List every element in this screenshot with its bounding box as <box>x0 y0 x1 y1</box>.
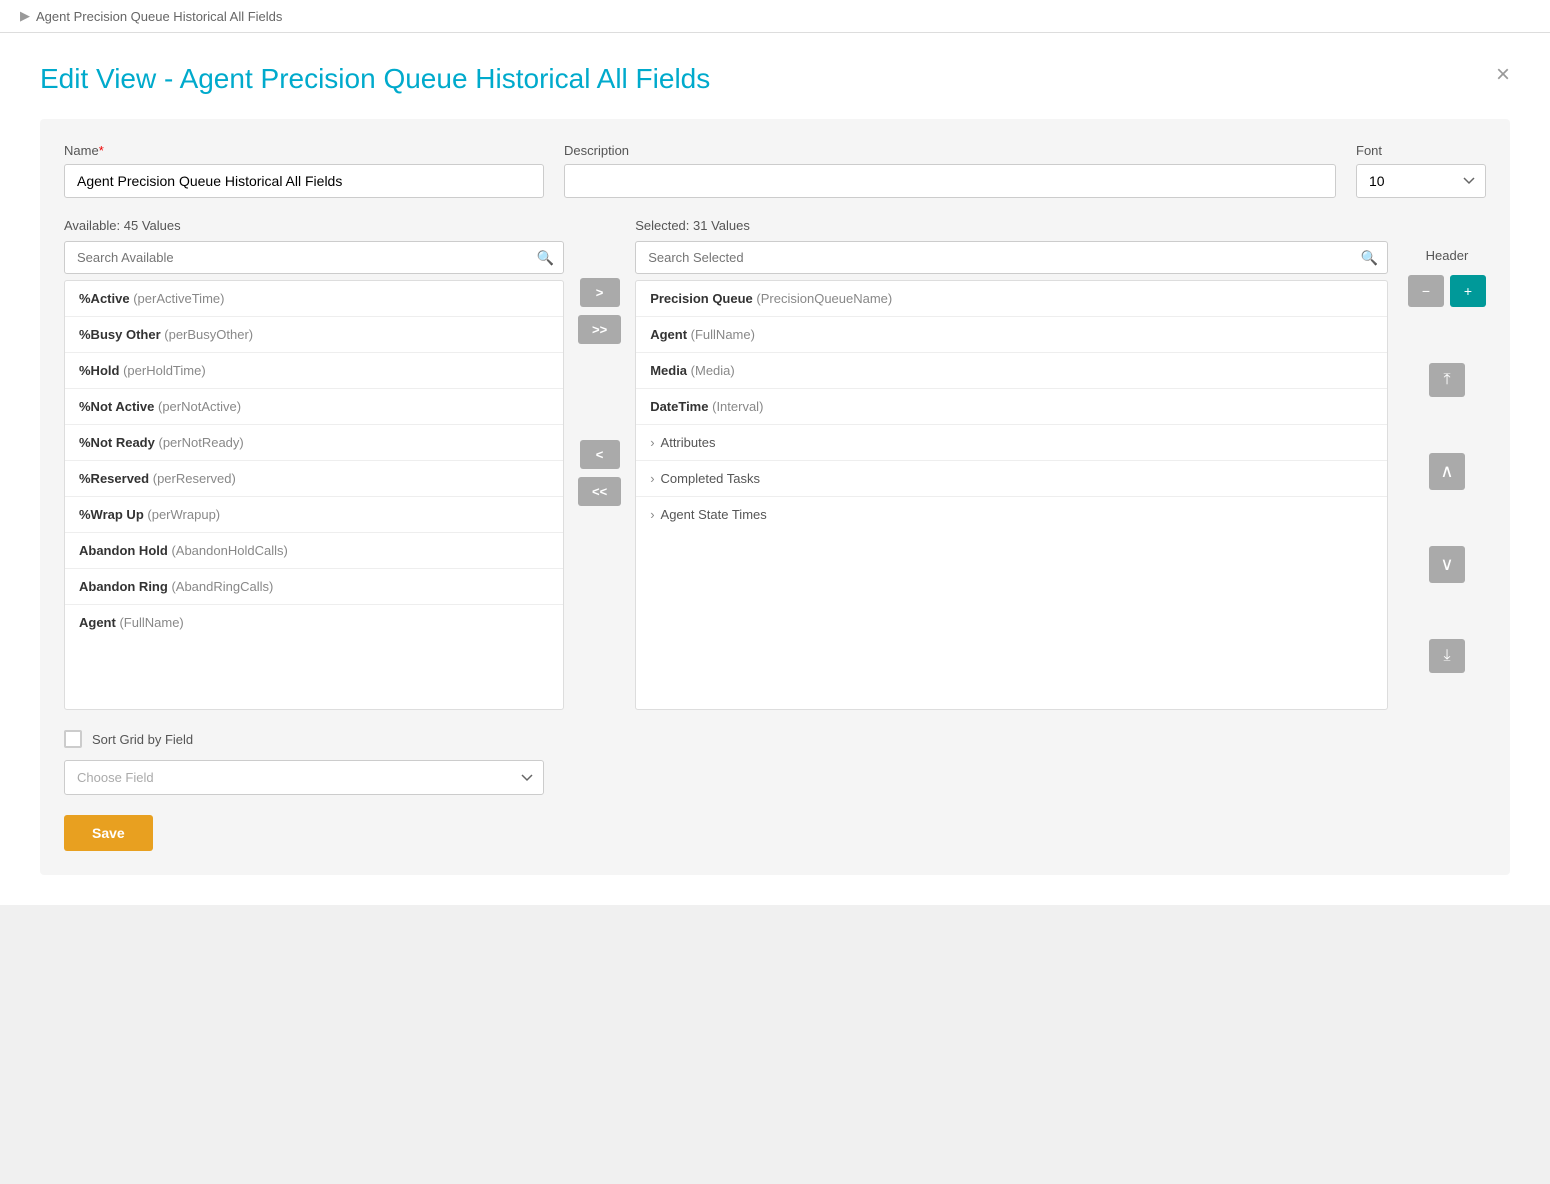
right-controls: Header − + ⤒ ∧ ∨ ⤓ <box>1398 248 1486 673</box>
sort-checkbox[interactable] <box>64 730 82 748</box>
font-label: Font <box>1356 143 1486 158</box>
save-button[interactable]: Save <box>64 815 153 851</box>
selected-group-item[interactable]: ›Attributes <box>636 425 1387 461</box>
selected-list-item[interactable]: Precision Queue (PrecisionQueueName) <box>636 281 1387 317</box>
choose-field-select[interactable]: Choose Field <box>64 760 544 795</box>
available-list-item[interactable]: Abandon Ring (AbandRingCalls) <box>65 569 563 605</box>
selected-search-input[interactable] <box>635 241 1388 274</box>
selected-panel: Selected: 31 Values 🔍 Precision Queue (P… <box>635 218 1388 710</box>
selected-list-item[interactable]: Media (Media) <box>636 353 1387 389</box>
breadcrumb-text: Agent Precision Queue Historical All Fie… <box>36 9 282 24</box>
name-label: Name* <box>64 143 544 158</box>
available-list-item[interactable]: %Hold (perHoldTime) <box>65 353 563 389</box>
available-list-box: %Active (perActiveTime)%Busy Other (perB… <box>64 280 564 710</box>
add-one-button[interactable]: > <box>580 278 620 307</box>
selected-header: Selected: 31 Values <box>635 218 1388 233</box>
selected-group-item[interactable]: ›Agent State Times <box>636 497 1387 532</box>
title-dynamic: Agent Precision Queue Historical All Fie… <box>180 63 711 94</box>
breadcrumb-arrow: ▶ <box>20 8 30 24</box>
transfer-buttons: > >> < << <box>564 278 635 506</box>
selected-list-item[interactable]: Agent (FullName) <box>636 317 1387 353</box>
name-input[interactable] <box>64 164 544 198</box>
selected-group-item[interactable]: ›Completed Tasks <box>636 461 1387 497</box>
available-list-item[interactable]: %Active (perActiveTime) <box>65 281 563 317</box>
sort-label: Sort Grid by Field <box>92 732 193 747</box>
order-bottom-button[interactable]: ⤓ <box>1429 639 1465 673</box>
name-field-group: Name* <box>64 143 544 198</box>
header-minus-button[interactable]: − <box>1408 275 1444 307</box>
form-area: Name* Description Font 10 8 9 11 12 14 <box>40 119 1510 875</box>
selected-search-icon: 🔍 <box>1361 249 1378 266</box>
bottom-btn-area: Save <box>64 815 1486 851</box>
available-header: Available: 45 Values <box>64 218 564 233</box>
choose-field-row: Choose Field <box>64 760 1486 795</box>
header-label: Header <box>1426 248 1469 263</box>
header-btn-group: − + <box>1408 275 1486 307</box>
available-list-item[interactable]: Abandon Hold (AbandonHoldCalls) <box>65 533 563 569</box>
available-list-item[interactable]: %Wrap Up (perWrapup) <box>65 497 563 533</box>
page-title: Edit View - Agent Precision Queue Histor… <box>40 63 710 95</box>
top-bar: ▶ Agent Precision Queue Historical All F… <box>0 0 1550 33</box>
selected-list-item[interactable]: DateTime (Interval) <box>636 389 1387 425</box>
desc-label: Description <box>564 143 1336 158</box>
order-top-button[interactable]: ⤒ <box>1429 363 1465 397</box>
lists-area: Available: 45 Values 🔍 %Active (perActiv… <box>64 218 1486 710</box>
available-search-input[interactable] <box>64 241 564 274</box>
desc-field-group: Description <box>564 143 1336 198</box>
form-top-row: Name* Description Font 10 8 9 11 12 14 <box>64 143 1486 198</box>
header-plus-button[interactable]: + <box>1450 275 1486 307</box>
close-button[interactable]: × <box>1496 63 1510 87</box>
title-static: Edit View - <box>40 63 180 94</box>
selected-list-box: Precision Queue (PrecisionQueueName)Agen… <box>635 280 1388 710</box>
remove-one-button[interactable]: < <box>580 440 620 469</box>
add-all-button[interactable]: >> <box>578 315 621 344</box>
font-select[interactable]: 10 8 9 11 12 14 <box>1356 164 1486 198</box>
available-search-box: 🔍 <box>64 241 564 274</box>
font-field-group: Font 10 8 9 11 12 14 <box>1356 143 1486 198</box>
modal-header: Edit View - Agent Precision Queue Histor… <box>40 63 1510 95</box>
sort-row: Sort Grid by Field <box>64 730 1486 748</box>
modal-overlay: Edit View - Agent Precision Queue Histor… <box>0 33 1550 905</box>
available-list-item[interactable]: %Not Ready (perNotReady) <box>65 425 563 461</box>
available-list-item[interactable]: %Not Active (perNotActive) <box>65 389 563 425</box>
available-list-item[interactable]: %Reserved (perReserved) <box>65 461 563 497</box>
available-panel: Available: 45 Values 🔍 %Active (perActiv… <box>64 218 564 710</box>
available-list-item[interactable]: %Busy Other (perBusyOther) <box>65 317 563 353</box>
desc-input[interactable] <box>564 164 1336 198</box>
order-up-button[interactable]: ∧ <box>1429 453 1465 490</box>
available-search-icon: 🔍 <box>537 249 554 266</box>
remove-all-button[interactable]: << <box>578 477 621 506</box>
order-down-button[interactable]: ∨ <box>1429 546 1465 583</box>
selected-search-box: 🔍 <box>635 241 1388 274</box>
available-list-item[interactable]: Agent (FullName) <box>65 605 563 640</box>
